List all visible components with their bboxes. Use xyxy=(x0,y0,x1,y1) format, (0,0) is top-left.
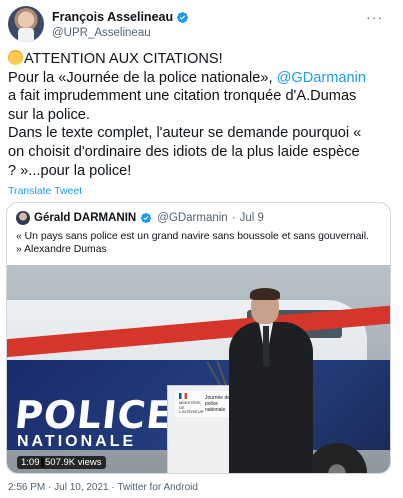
separator-dot: · xyxy=(231,212,236,224)
author-display-name[interactable]: François Asselineau xyxy=(52,10,173,24)
tweet-line-5: Dans le texte complet, l'auteur se deman… xyxy=(8,125,362,142)
tweet-line-6: on choisit d'ordinaire des idiots de la … xyxy=(8,143,360,160)
more-options-icon[interactable]: ··· xyxy=(366,10,383,24)
video-player[interactable]: POLICE NATIONALE MINISTÈRE DE L'INTÉRIEU… xyxy=(7,265,390,473)
van-lettering-police: POLICE xyxy=(12,393,176,437)
quoted-tweet[interactable]: Gérald DARMANIN @GDarmanin · Jul 9 « Un … xyxy=(6,202,391,474)
tweet-line-1: ATTENTION AUX CITATIONS! xyxy=(8,50,393,69)
quoted-avatar xyxy=(16,211,30,225)
quoted-tweet-text: « Un pays sans police est un grand navir… xyxy=(16,231,369,255)
speaker-hair xyxy=(250,288,280,300)
video-duration: 1:09 xyxy=(17,456,44,469)
author-handle[interactable]: @UPR_Asselineau xyxy=(52,27,151,39)
verified-badge-icon xyxy=(176,11,189,24)
grinning-sweat-emoji-icon xyxy=(8,50,23,65)
quoted-display-name: Gérald DARMANIN xyxy=(34,212,137,224)
tweet-line-2: Pour la «Journée de la police nationale»… xyxy=(8,69,393,88)
quoted-date: Jul 9 xyxy=(239,212,264,224)
tweet-header: François Asselineau @UPR_Asselineau ··· xyxy=(8,6,395,42)
tweet-line-text: ATTENTION AUX CITATIONS! xyxy=(24,51,223,67)
speaker-tie xyxy=(263,326,269,366)
speaker-figure xyxy=(229,288,319,473)
quoted-tweet-header: Gérald DARMANIN @GDarmanin · Jul 9 xyxy=(16,211,264,225)
author-name-row: François Asselineau xyxy=(52,10,189,24)
ministry-logo-text: MINISTÈRE DE L'INTÉRIEUR xyxy=(179,400,204,414)
verified-badge-icon xyxy=(140,212,153,225)
quoted-handle: @GDarmanin xyxy=(157,212,228,224)
french-flag-logo-icon xyxy=(179,393,187,399)
van-lettering-nationale: NATIONALE xyxy=(17,433,137,450)
tweet-timestamp[interactable]: 2:56 PM · Jul 10, 2021 · Twitter for And… xyxy=(8,482,198,493)
speaker-suit xyxy=(229,322,313,473)
tweet-line-7: ? »...pour la police! xyxy=(8,162,132,179)
tweet-text: ATTENTION AUX CITATIONS! Pour la «Journé… xyxy=(8,50,393,180)
tweet-line-4: sur la police. xyxy=(8,106,90,123)
video-views: 507.9K views xyxy=(41,456,106,469)
avatar[interactable] xyxy=(8,6,44,42)
tweet-line-3: a fait imprudemment une citation tronqué… xyxy=(8,88,357,105)
tweet-line-text: Pour la «Journée de la police nationale»… xyxy=(8,69,277,86)
translate-tweet-link[interactable]: Translate Tweet xyxy=(8,185,82,197)
mention-link[interactable]: @GDarmanin xyxy=(277,70,366,86)
